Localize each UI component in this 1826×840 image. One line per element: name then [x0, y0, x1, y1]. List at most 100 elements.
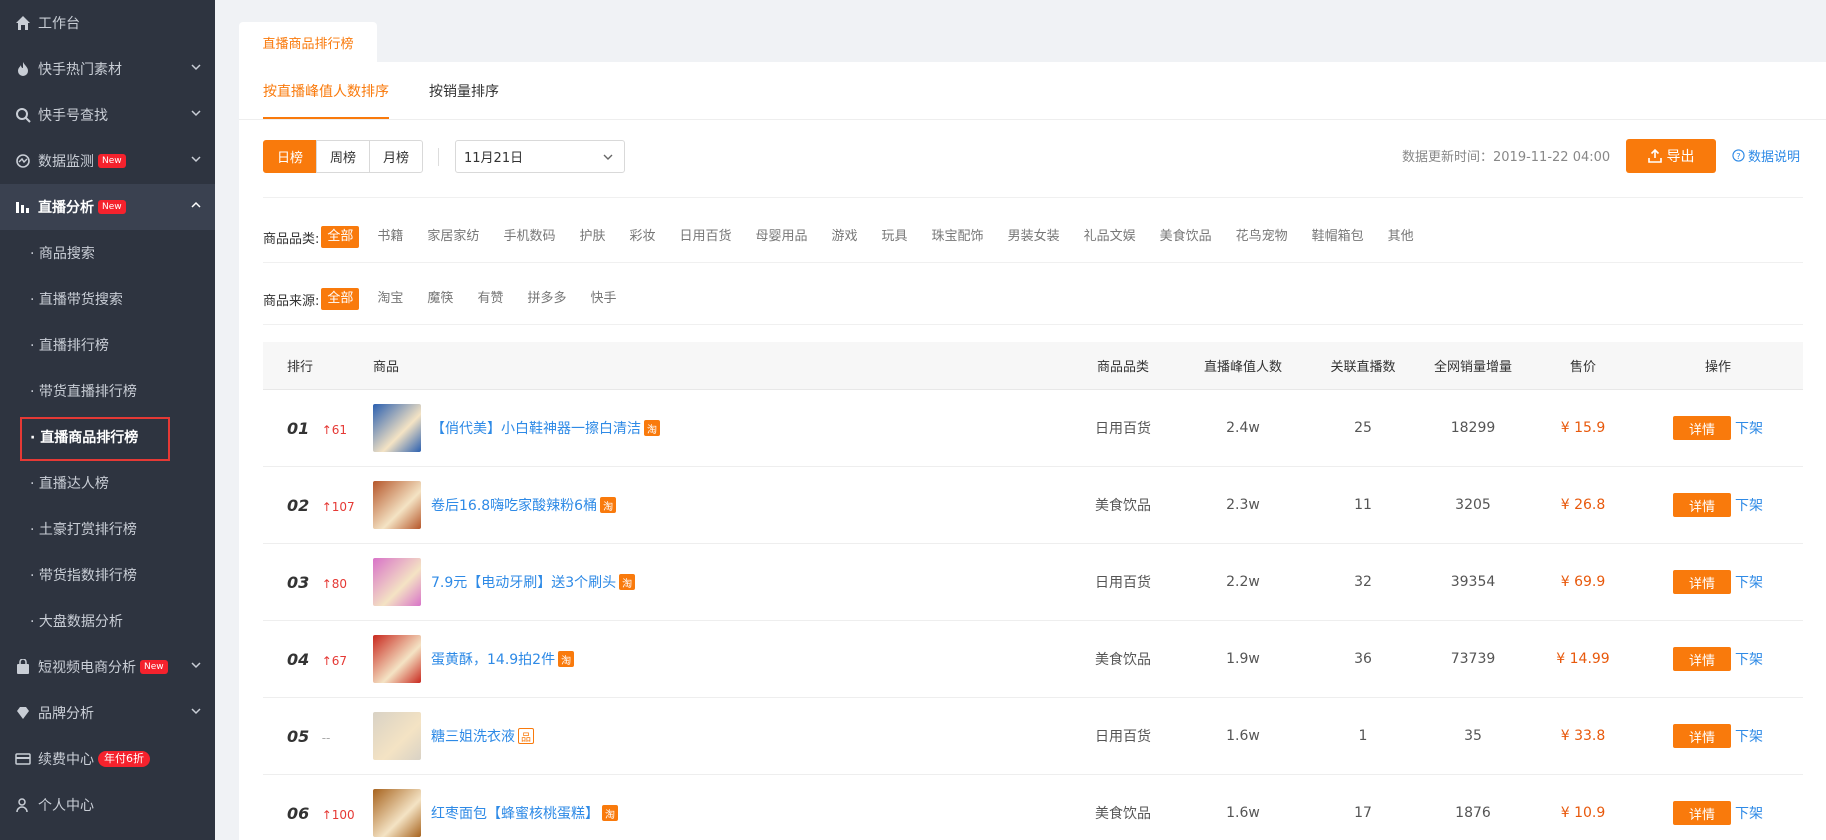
- category-chip[interactable]: 玩具: [876, 226, 914, 248]
- unlist-link[interactable]: 下架: [1735, 803, 1763, 823]
- category-chip[interactable]: 男装女装: [1002, 226, 1066, 248]
- detail-button[interactable]: 详情: [1673, 416, 1731, 440]
- category-chip[interactable]: 书籍: [371, 226, 409, 248]
- source-chip[interactable]: 淘宝: [371, 288, 409, 310]
- product-name-link[interactable]: 【俏代美】小白鞋神器一擦白清洁: [431, 418, 641, 438]
- category-chip[interactable]: 彩妆: [623, 226, 661, 248]
- category-cell: 日用百货: [1095, 729, 1151, 745]
- peak-viewers-cell: 1.6w: [1226, 805, 1260, 821]
- source-filter-label: 商品来源:: [263, 293, 320, 309]
- sidebar: 工作台 快手热门素材 快手号查找 数据监测 New 直播分析 New · 商品搜…: [0, 0, 215, 840]
- unlist-link[interactable]: 下架: [1735, 418, 1763, 438]
- product-name-link[interactable]: 7.9元【电动牙刷】送3个刷头: [431, 572, 616, 592]
- source-chip[interactable]: 有赞: [471, 288, 509, 310]
- col-sales-header[interactable]: 全网销量增量: [1413, 356, 1533, 375]
- category-chip[interactable]: 珠宝配饰: [926, 226, 990, 248]
- table-row: 01 ↑61 【俏代美】小白鞋神器一擦白清洁 淘 日用百货 2.4w 25 18…: [263, 390, 1803, 467]
- sidebar-item-video-ecommerce[interactable]: 短视频电商分析 New: [0, 644, 215, 690]
- detail-button[interactable]: 详情: [1673, 570, 1731, 594]
- product-name-link[interactable]: 卷后16.8嗨吃家酸辣粉6桶: [431, 495, 597, 515]
- source-chip[interactable]: 魔筷: [421, 288, 459, 310]
- category-chip[interactable]: 礼品文娱: [1078, 226, 1142, 248]
- product-thumbnail[interactable]: [373, 558, 421, 606]
- table-row: 06 ↑100 红枣面包【蜂蜜核桃蛋糕】 淘 美食饮品 1.6w 17 1876…: [263, 775, 1803, 840]
- tab-live-product-ranking[interactable]: 直播商品排行榜: [239, 22, 377, 62]
- sidebar-item-renewal[interactable]: 续费中心 年付6折: [0, 736, 215, 782]
- data-help-link[interactable]: ? 数据说明: [1732, 146, 1800, 165]
- rank-cell: 04 ↑67: [263, 650, 373, 669]
- product-name-link[interactable]: 蛋黄酥，14.9拍2件: [431, 649, 555, 669]
- daily-button[interactable]: 日榜: [263, 140, 317, 173]
- unlist-link[interactable]: 下架: [1735, 495, 1763, 515]
- detail-button[interactable]: 详情: [1673, 724, 1731, 748]
- category-chip[interactable]: 花鸟宠物: [1230, 226, 1294, 248]
- sidebar-item-workbench[interactable]: 工作台: [0, 0, 215, 46]
- category-chip[interactable]: 其他: [1382, 226, 1420, 248]
- date-select[interactable]: 11月21日: [455, 140, 625, 173]
- sidebar-sub-sales-live-ranking[interactable]: · 带货直播排行榜: [0, 368, 215, 414]
- category-chip[interactable]: 母婴用品: [750, 226, 814, 248]
- sidebar-sub-live-ranking[interactable]: · 直播排行榜: [0, 322, 215, 368]
- category-chip[interactable]: 游戏: [826, 226, 864, 248]
- category-chip[interactable]: 手机数码: [497, 226, 561, 248]
- detail-button[interactable]: 详情: [1673, 801, 1731, 825]
- category-filter: 商品品类: 全部 书籍 家居家纺 手机数码 护肤 彩妆 日用百货 母婴用品 游戏…: [263, 225, 1432, 249]
- unlist-link[interactable]: 下架: [1735, 572, 1763, 592]
- sidebar-sub-market-analysis[interactable]: · 大盘数据分析: [0, 598, 215, 644]
- category-chip[interactable]: 护肤: [573, 226, 611, 248]
- sidebar-sub-tipping-ranking[interactable]: · 土豪打赏排行榜: [0, 506, 215, 552]
- sidebar-sub-product-search[interactable]: · 商品搜索: [0, 230, 215, 276]
- sidebar-sub-influencer-ranking[interactable]: · 直播达人榜: [0, 460, 215, 506]
- sidebar-item-data-monitor[interactable]: 数据监测 New: [0, 138, 215, 184]
- product-name-link[interactable]: 红枣面包【蜂蜜核桃蛋糕】: [431, 803, 599, 823]
- sidebar-item-account-search[interactable]: 快手号查找: [0, 92, 215, 138]
- product-thumbnail[interactable]: [373, 712, 421, 760]
- sidebar-item-hot-material[interactable]: 快手热门素材: [0, 46, 215, 92]
- new-badge: New: [98, 154, 126, 168]
- unlist-link[interactable]: 下架: [1735, 649, 1763, 669]
- category-chip[interactable]: 美食饮品: [1154, 226, 1218, 248]
- tab-sort-by-sales[interactable]: 按销量排序: [429, 62, 499, 119]
- source-chip[interactable]: 全部: [321, 288, 360, 310]
- source-chip[interactable]: 快手: [584, 288, 622, 310]
- sidebar-sub-sales-index-ranking[interactable]: · 带货指数排行榜: [0, 552, 215, 598]
- divider: [263, 197, 1803, 198]
- chevron-down-icon: [191, 708, 201, 715]
- shop-tag-icon: 淘: [558, 651, 575, 667]
- sidebar-item-brand-analysis[interactable]: 品牌分析: [0, 690, 215, 736]
- ranking-panel: 按直播峰值人数排序 按销量排序 日榜 周榜 月榜 11月21日 数据更新时间：2…: [239, 62, 1826, 840]
- category-chip[interactable]: 日用百货: [673, 226, 737, 248]
- rank-change: ↑100: [321, 807, 355, 822]
- sidebar-sub-live-sales-search[interactable]: · 直播带货搜索: [0, 276, 215, 322]
- col-live-header: 关联直播数: [1330, 360, 1396, 375]
- rank-number: 06: [287, 803, 310, 823]
- update-time: 数据更新时间：2019-11-22 04:00: [1402, 146, 1610, 165]
- sidebar-item-live-analysis[interactable]: 直播分析 New: [0, 184, 215, 230]
- category-chip[interactable]: 家居家纺: [421, 226, 485, 248]
- op-cell: 详情 下架: [1633, 724, 1803, 748]
- unlist-link[interactable]: 下架: [1735, 726, 1763, 746]
- sidebar-sub-live-product-ranking[interactable]: · 直播商品排行榜: [0, 414, 215, 460]
- monthly-button[interactable]: 月榜: [369, 140, 423, 173]
- col-peak-header[interactable]: 直播峰值人数: [1173, 356, 1313, 375]
- tab-sort-by-peak[interactable]: 按直播峰值人数排序: [263, 62, 389, 119]
- product-thumbnail[interactable]: [373, 481, 421, 529]
- detail-button[interactable]: 详情: [1673, 647, 1731, 671]
- live-count-cell: 36: [1354, 651, 1372, 667]
- divider: [438, 148, 439, 166]
- category-chip[interactable]: 鞋帽箱包: [1306, 226, 1370, 248]
- sidebar-item-label: 数据监测: [38, 154, 94, 170]
- export-button[interactable]: 导出: [1626, 139, 1716, 173]
- weekly-button[interactable]: 周榜: [316, 140, 370, 173]
- category-chip[interactable]: 全部: [321, 226, 360, 248]
- product-thumbnail[interactable]: [373, 635, 421, 683]
- product-name-link[interactable]: 糖三姐洗衣液: [431, 726, 515, 746]
- product-thumbnail[interactable]: [373, 404, 421, 452]
- product-cell: 7.9元【电动牙刷】送3个刷头 淘: [373, 558, 1073, 606]
- col-rank-header: 排行: [287, 360, 314, 375]
- source-chip[interactable]: 拼多多: [521, 288, 572, 310]
- table-row: 02 ↑107 卷后16.8嗨吃家酸辣粉6桶 淘 美食饮品 2.3w 11 32…: [263, 467, 1803, 544]
- sidebar-item-profile[interactable]: 个人中心: [0, 782, 215, 828]
- product-thumbnail[interactable]: [373, 789, 421, 837]
- detail-button[interactable]: 详情: [1673, 493, 1731, 517]
